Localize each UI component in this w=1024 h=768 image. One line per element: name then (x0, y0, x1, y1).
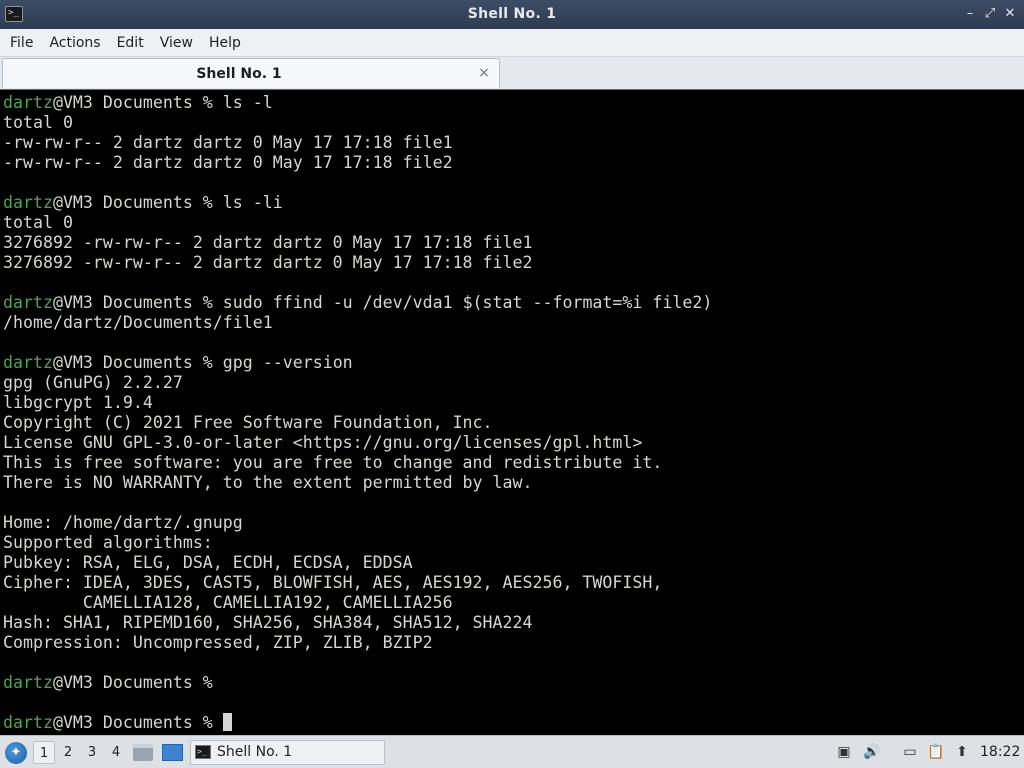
terminal-output-line: There is NO WARRANTY, to the extent perm… (3, 473, 533, 492)
text-cursor (222, 713, 232, 731)
workspace-3-button[interactable]: 3 (81, 741, 103, 764)
prompt-host-dir: @VM3 Documents % (52, 353, 223, 372)
terminal-output-line: License GNU GPL-3.0-or-later <https://gn… (3, 433, 643, 452)
terminal-output-line: Hash: SHA1, RIPEMD160, SHA256, SHA384, S… (3, 613, 533, 632)
tab-close-icon[interactable]: × (477, 65, 491, 81)
tab-label: Shell No. 1 (196, 66, 282, 82)
workspace-2-button[interactable]: 2 (57, 741, 79, 764)
taskbar: ✦ 1 2 3 4 >_ Shell No. 1 ▣ 🔊 ▭ 📋 ⬆ 18:22 (0, 735, 1024, 768)
tab-shell-1[interactable]: Shell No. 1 × (2, 58, 500, 88)
menu-view[interactable]: View (152, 29, 201, 57)
task-label: Shell No. 1 (217, 744, 293, 760)
terminal-output-line: gpg (GnuPG) 2.2.27 (3, 373, 183, 392)
terminal-output-line: total 0 (3, 213, 73, 232)
menu-edit[interactable]: Edit (109, 29, 152, 57)
window-titlebar[interactable]: >_ Shell No. 1 – ⤢ ✕ (0, 0, 1024, 29)
terminal-output-line: Cipher: IDEA, 3DES, CAST5, BLOWFISH, AES… (3, 573, 663, 592)
clipboard-icon[interactable]: 📋 (927, 743, 945, 761)
prompt-command: ls -l (222, 93, 273, 112)
terminal-output-line: libgcrypt 1.9.4 (3, 393, 153, 412)
terminal-prompt-line: dartz@VM3 Documents % (3, 673, 1024, 693)
prompt-user: dartz (3, 193, 53, 212)
terminal-output-line: Copyright (C) 2021 Free Software Foundat… (3, 413, 493, 432)
terminal-output-line: Pubkey: RSA, ELG, DSA, ECDH, ECDSA, EDDS… (3, 553, 413, 572)
workspace-1-button[interactable]: 1 (33, 741, 55, 764)
show-desktop-icon[interactable] (162, 744, 183, 761)
menu-file[interactable]: File (2, 29, 41, 57)
start-menu-icon[interactable]: ✦ (5, 742, 27, 764)
menu-actions[interactable]: Actions (41, 29, 108, 57)
prompt-user: dartz (3, 293, 53, 312)
terminal-output-line: Home: /home/dartz/.gnupg (3, 513, 243, 532)
terminal-prompt-line: dartz@VM3 Documents % gpg --version (3, 353, 1024, 373)
prompt-host-dir: @VM3 Documents % (52, 193, 223, 212)
menu-help[interactable]: Help (201, 29, 249, 57)
terminal-output-line: CAMELLIA128, CAMELLIA192, CAMELLIA256 (3, 593, 453, 612)
terminal-output[interactable]: dartz@VM3 Documents % ls -l total 0 -rw-rw… (0, 89, 1024, 735)
terminal-prompt-line: dartz@VM3 Documents % ls -l (3, 93, 1024, 113)
terminal-task-icon: >_ (195, 745, 211, 759)
minimize-icon[interactable]: – (961, 5, 979, 23)
terminal-output-line: /home/dartz/Documents/file1 (3, 313, 273, 332)
prompt-command: gpg --version (222, 353, 353, 372)
tab-bar: Shell No. 1 × (0, 57, 1024, 89)
menu-bar: File Actions Edit View Help (0, 29, 1024, 57)
prompt-user: dartz (3, 673, 53, 692)
terminal-prompt-line: dartz@VM3 Documents % (3, 713, 1024, 733)
terminal-output-line: This is free software: you are free to c… (3, 453, 663, 472)
prompt-user: dartz (3, 93, 53, 112)
terminal-output-line: Supported algorithms: (3, 533, 213, 552)
network-icon[interactable]: ▭ (901, 743, 919, 761)
window-title: Shell No. 1 (467, 6, 557, 22)
terminal-output-line: 3276892 -rw-rw-r-- 2 dartz dartz 0 May 1… (3, 253, 533, 272)
close-icon[interactable]: ✕ (1001, 5, 1019, 23)
terminal-output-line: -rw-rw-r-- 2 dartz dartz 0 May 17 17:18 … (3, 133, 453, 152)
prompt-user: dartz (3, 713, 53, 732)
prompt-host-dir: @VM3 Documents % (52, 93, 223, 112)
prompt-command: sudo ffind -u /dev/vda1 $(stat --format=… (222, 293, 713, 312)
terminal-prompt-line: dartz@VM3 Documents % sudo ffind -u /dev… (3, 293, 1024, 313)
volume-icon[interactable]: 🔊 (863, 743, 881, 761)
file-manager-icon[interactable] (133, 744, 153, 761)
terminal-lines: dartz@VM3 Documents % ls -l total 0 -rw-rw… (3, 93, 1024, 733)
taskbar-window-shell[interactable]: >_ Shell No. 1 (190, 740, 385, 765)
workspace-4-button[interactable]: 4 (105, 741, 127, 764)
terminal-output-line: 3276892 -rw-rw-r-- 2 dartz dartz 0 May 1… (3, 233, 533, 252)
terminal-output-line: -rw-rw-r-- 2 dartz dartz 0 May 17 17:18 … (3, 153, 453, 172)
terminal-prompt-line: dartz@VM3 Documents % ls -li (3, 193, 1024, 213)
prompt-host-dir: @VM3 Documents % (52, 293, 223, 312)
terminal-output-line: Compression: Uncompressed, ZIP, ZLIB, BZ… (3, 633, 433, 652)
prompt-host-dir: @VM3 Documents % (52, 713, 223, 732)
prompt-command: ls -li (222, 193, 283, 212)
prompt-host-dir: @VM3 Documents % (52, 673, 223, 692)
prompt-user: dartz (3, 353, 53, 372)
update-icon[interactable]: ⬆ (953, 743, 971, 761)
tray-app-icon[interactable]: ▣ (835, 743, 853, 761)
clock[interactable]: 18:22 (980, 736, 1020, 768)
terminal-output-line: total 0 (3, 113, 73, 132)
restore-icon[interactable]: ⤢ (981, 5, 999, 23)
